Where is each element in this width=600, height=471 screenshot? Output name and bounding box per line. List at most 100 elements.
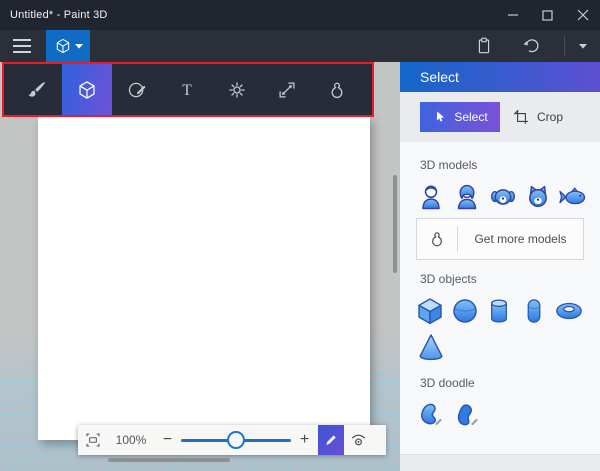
zoom-in-button[interactable]: +	[291, 425, 318, 455]
select-mode-button[interactable]: Select	[420, 102, 500, 132]
model-fish-button[interactable]	[558, 182, 588, 212]
crop-icon	[513, 109, 528, 124]
torus-icon	[556, 302, 582, 320]
workspace: T 100% − +	[0, 62, 400, 471]
close-button[interactable]	[565, 0, 600, 30]
expand-more-button[interactable]	[572, 30, 594, 62]
panel-title: Select	[420, 69, 459, 85]
2d-mode-button[interactable]	[318, 425, 344, 455]
3d-models-row	[416, 182, 586, 212]
3d-objects-label: 3D objects	[420, 272, 477, 286]
3d-objects-row-1	[416, 296, 584, 326]
model-woman-button[interactable]	[452, 182, 482, 212]
dog-icon	[491, 189, 516, 205]
object-sphere-button[interactable]	[451, 296, 480, 326]
undo-button[interactable]	[517, 30, 547, 62]
model-cat-button[interactable]	[524, 182, 552, 212]
zoom-level-value: 100%	[115, 433, 147, 447]
crop-mode-label: Crop	[537, 110, 564, 124]
maximize-button[interactable]	[530, 0, 565, 30]
object-torus-button[interactable]	[554, 296, 584, 326]
object-cylinder-button[interactable]	[485, 296, 514, 326]
title-bar: Untitled* - Paint 3D	[0, 0, 600, 30]
man-icon	[422, 185, 440, 210]
3d-doodle-label: 3D doodle	[420, 376, 475, 390]
panel-mode-row: Select Crop	[400, 92, 600, 142]
panel-footer	[400, 454, 600, 471]
paste-icon	[478, 37, 490, 54]
zoom-slider[interactable]	[181, 425, 291, 455]
menu-divider	[564, 36, 565, 56]
3d-view-dropdown-button[interactable]	[46, 30, 90, 62]
undo-icon	[523, 39, 539, 53]
cube-object-icon	[418, 298, 442, 325]
2d-shapes-tool-button[interactable]	[112, 64, 162, 115]
3d-library-icon	[331, 82, 343, 98]
panel-header: Select	[400, 62, 600, 92]
menu-right-actions	[469, 30, 600, 62]
minimize-button[interactable]	[495, 0, 530, 30]
window-controls	[495, 0, 600, 30]
zoom-toolbar: 100% − +	[78, 425, 386, 455]
zoom-out-button[interactable]: −	[154, 425, 181, 455]
cone-icon	[419, 334, 443, 361]
3d-models-label: 3D models	[420, 158, 478, 172]
cat-icon	[529, 185, 547, 207]
3d-view-eye-icon	[351, 434, 366, 445]
3d-shapes-tool-button[interactable]	[62, 64, 112, 115]
sharp-doodle-button[interactable]	[416, 400, 446, 430]
svg-text:T: T	[182, 82, 192, 99]
3d-cube-icon	[79, 80, 95, 99]
panel-content: 3D models Get more models 3D objects 3D …	[400, 142, 600, 430]
cursor-icon	[437, 111, 445, 122]
expand-canvas-icon	[279, 81, 295, 98]
3d-library-tool-button[interactable]	[312, 64, 362, 115]
fish-icon	[559, 187, 586, 205]
model-man-button[interactable]	[416, 182, 446, 212]
crop-mode-button[interactable]: Crop	[513, 109, 563, 126]
tool-ribbon-highlight-annotation: T	[2, 62, 374, 117]
hamburger-menu-icon[interactable]	[13, 30, 37, 62]
object-capsule-button[interactable]	[520, 296, 549, 326]
model-dog-button[interactable]	[488, 182, 518, 212]
vertical-scrollbar[interactable]	[393, 175, 397, 273]
zoom-slider-thumb[interactable]	[227, 431, 245, 449]
cylinder-icon	[491, 299, 508, 323]
3d-view-button[interactable]	[344, 425, 373, 455]
fit-to-screen-button[interactable]	[78, 425, 108, 455]
canvas-tool-button[interactable]	[262, 64, 312, 115]
get-more-models-button[interactable]: Get more models	[416, 218, 584, 260]
object-cube-button[interactable]	[416, 296, 445, 326]
sphere-icon	[453, 299, 477, 323]
soft-doodle-button[interactable]	[452, 400, 482, 430]
shapes-icon	[128, 82, 146, 97]
3d-library-small-icon	[417, 229, 457, 249]
drawing-canvas[interactable]	[38, 117, 370, 440]
sun-icon	[229, 81, 245, 98]
woman-icon	[457, 184, 477, 210]
cube-icon	[56, 38, 69, 54]
select-mode-label: Select	[454, 110, 488, 124]
fit-to-screen-icon	[86, 433, 100, 447]
3d-doodle-row	[416, 400, 584, 430]
capsule-icon	[527, 299, 541, 323]
text-icon: T	[182, 82, 192, 99]
chevron-down-icon	[579, 43, 587, 49]
get-more-models-label: Get more models	[474, 232, 567, 246]
effects-tool-button[interactable]	[212, 64, 262, 115]
chevron-down-icon	[74, 43, 83, 49]
3d-objects-row-2	[416, 332, 584, 362]
pencil-icon	[326, 435, 336, 445]
paste-button[interactable]	[469, 30, 499, 62]
window-title: Untitled* - Paint 3D	[10, 9, 108, 21]
brush-tool-button[interactable]	[12, 64, 62, 115]
soft-doodle-icon	[457, 404, 478, 426]
text-tool-button[interactable]: T	[162, 64, 212, 115]
brush-icon	[28, 81, 45, 97]
select-panel: Select Select Crop 3D models Get more mo…	[400, 62, 600, 471]
sharp-doodle-icon	[420, 403, 442, 426]
object-cone-button[interactable]	[416, 332, 446, 362]
horizontal-scrollbar[interactable]	[108, 458, 230, 462]
paint3d-window: Untitled* - Paint 3D T 100% − + Select S…	[0, 0, 600, 471]
menu-bar	[0, 30, 600, 62]
